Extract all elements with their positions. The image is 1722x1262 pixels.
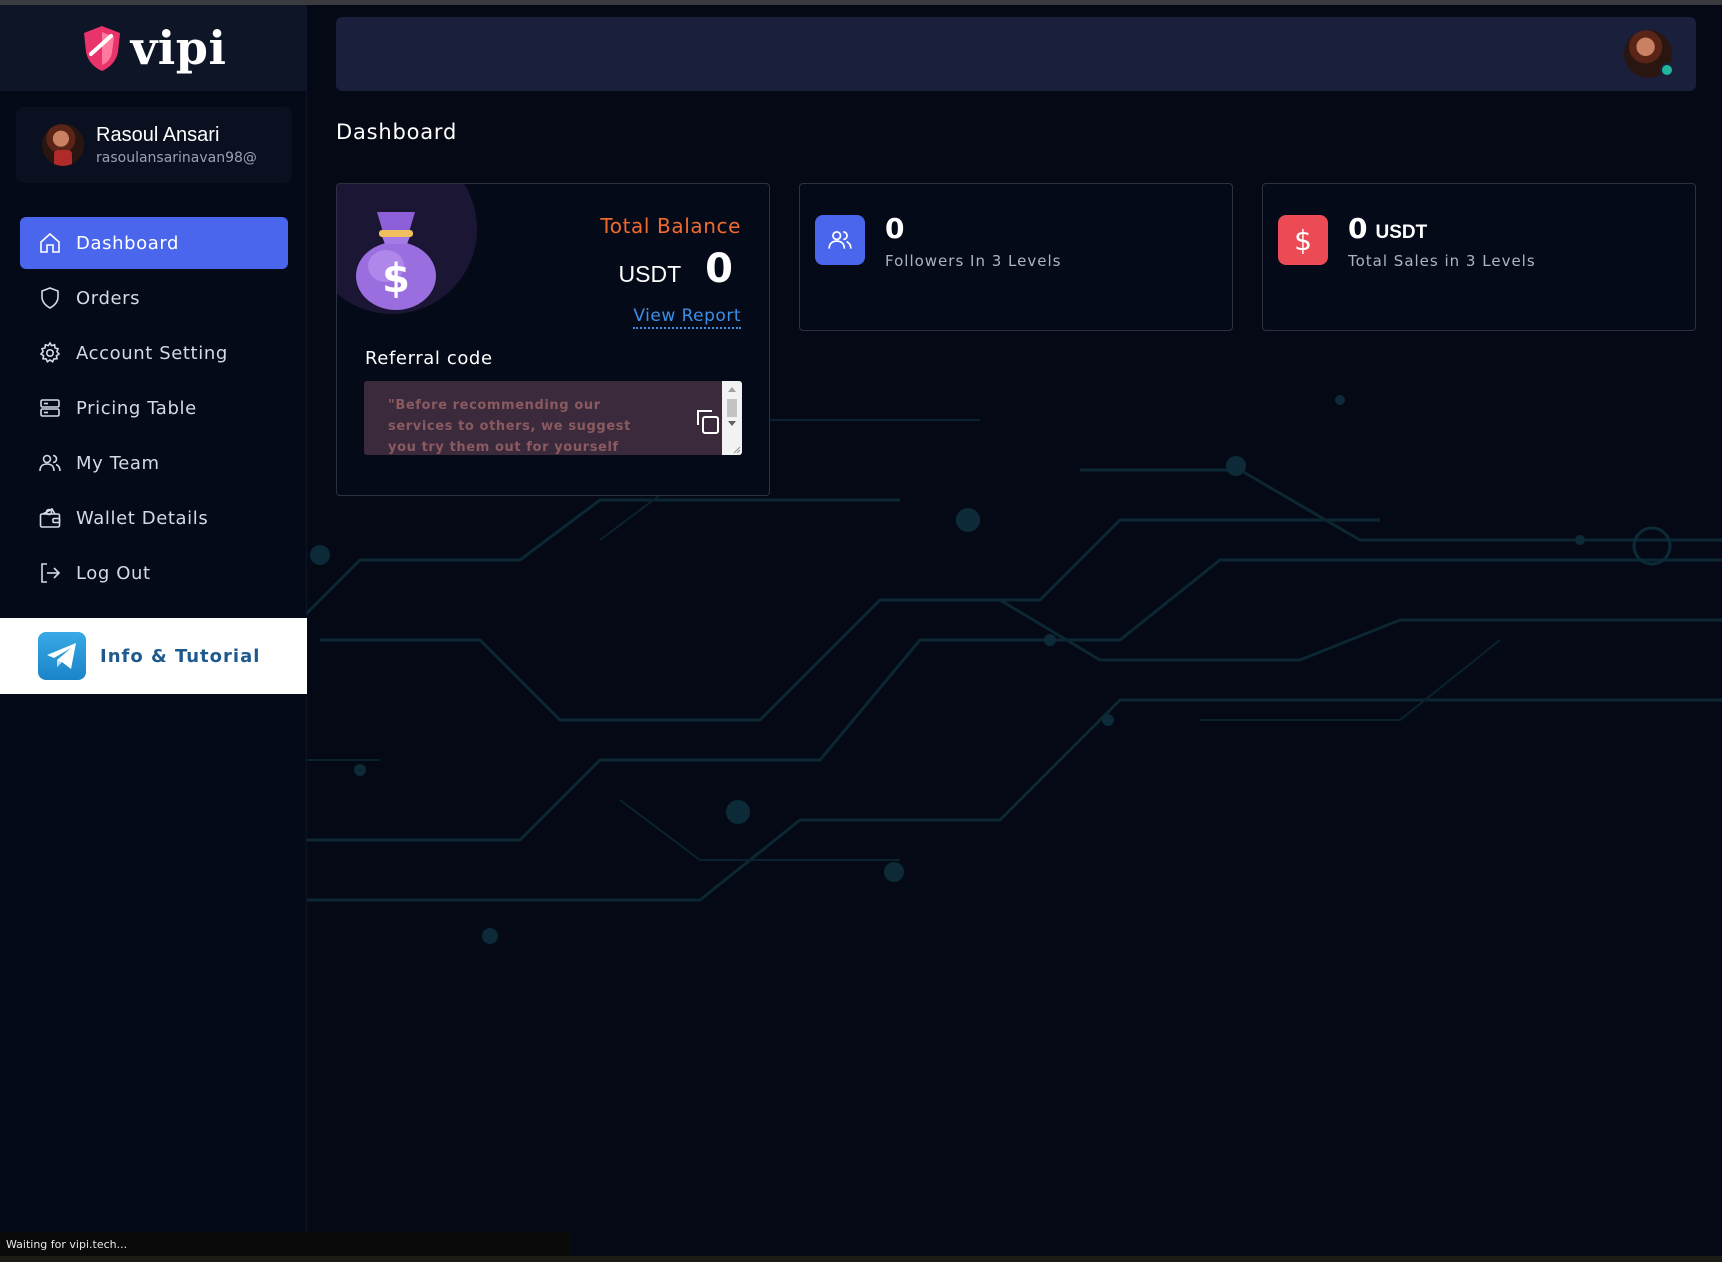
sidebar-item-label: Dashboard xyxy=(76,232,180,254)
total-balance-card: $ Total Balance USDT 0 View Report Refer… xyxy=(336,183,770,496)
brand-name: vipi xyxy=(130,21,227,75)
scrollbar-thumb[interactable] xyxy=(727,399,737,417)
server-icon xyxy=(40,399,60,417)
top-header xyxy=(336,17,1696,91)
sidebar-item-label: Account Setting xyxy=(76,342,228,364)
sidebar-item-label: Log Out xyxy=(76,562,151,584)
total-sales-card: $ 0 USDT Total Sales in 3 Levels xyxy=(1262,183,1696,331)
telegram-icon xyxy=(38,632,86,680)
info-tutorial-button[interactable]: Info & Tutorial xyxy=(0,618,307,694)
sidebar-item-label: Wallet Details xyxy=(76,507,209,529)
followers-count: 0 xyxy=(885,212,905,245)
shield-logo-icon xyxy=(83,26,120,71)
sidebar-item-my-team[interactable]: My Team xyxy=(20,437,288,489)
shield-icon xyxy=(41,287,59,309)
sidebar-item-label: Pricing Table xyxy=(76,397,197,419)
sidebar-item-log-out[interactable]: Log Out xyxy=(20,547,288,599)
followers-card: 0 Followers In 3 Levels xyxy=(799,183,1233,331)
sidebar: vipi Rasoul Ansari rasoulansarinavan98@ … xyxy=(0,5,307,1245)
user-card[interactable]: Rasoul Ansari rasoulansarinavan98@ xyxy=(16,107,292,183)
gear-icon xyxy=(39,341,61,363)
wallet-icon xyxy=(39,507,61,528)
followers-caption: Followers In 3 Levels xyxy=(885,252,1062,270)
copy-icon[interactable] xyxy=(694,407,722,437)
user-name: Rasoul Ansari xyxy=(96,124,220,146)
balance-amount: USDT 0 xyxy=(619,246,733,292)
scrollbar[interactable] xyxy=(722,381,742,455)
balance-value: 0 xyxy=(705,246,733,292)
browser-status-bar: Waiting for vipi.tech... xyxy=(0,1232,572,1256)
sales-caption: Total Sales in 3 Levels xyxy=(1348,252,1536,270)
sidebar-item-dashboard[interactable]: Dashboard xyxy=(20,217,288,269)
home-icon xyxy=(40,232,60,253)
sales-value: 0 xyxy=(1348,212,1368,245)
logo[interactable]: vipi xyxy=(0,5,307,91)
svg-text:$: $ xyxy=(382,256,410,302)
referral-code-textarea[interactable]: "Before recommending our services to oth… xyxy=(364,381,742,455)
total-balance-label: Total Balance xyxy=(600,214,741,238)
page-title: Dashboard xyxy=(336,120,458,144)
users-icon xyxy=(39,454,61,472)
money-bag-icon: $ xyxy=(356,212,436,310)
dollar-icon: $ xyxy=(1278,215,1328,265)
sidebar-nav: Dashboard Orders Account Setting Pricing… xyxy=(20,217,288,602)
referral-text: "Before recommending our services to oth… xyxy=(388,398,631,455)
referral-label: Referral code xyxy=(365,348,493,369)
online-status-dot xyxy=(1660,63,1674,77)
avatar xyxy=(42,124,84,166)
sidebar-item-label: Orders xyxy=(76,287,141,309)
view-report-link[interactable]: View Report xyxy=(633,306,741,329)
sidebar-item-orders[interactable]: Orders xyxy=(20,272,288,324)
logout-icon xyxy=(41,563,61,583)
balance-currency: USDT xyxy=(618,261,682,287)
sidebar-item-pricing-table[interactable]: Pricing Table xyxy=(20,382,288,434)
sidebar-item-wallet-details[interactable]: Wallet Details xyxy=(20,492,288,544)
sales-unit: USDT xyxy=(1375,222,1428,243)
sidebar-item-label: My Team xyxy=(76,452,160,474)
user-email: rasoulansarinavan98@ xyxy=(96,150,257,166)
sidebar-item-account-setting[interactable]: Account Setting xyxy=(20,327,288,379)
window-bottom-strip xyxy=(0,1256,1722,1262)
info-tutorial-label: Info & Tutorial xyxy=(100,645,261,667)
followers-icon xyxy=(815,215,865,265)
